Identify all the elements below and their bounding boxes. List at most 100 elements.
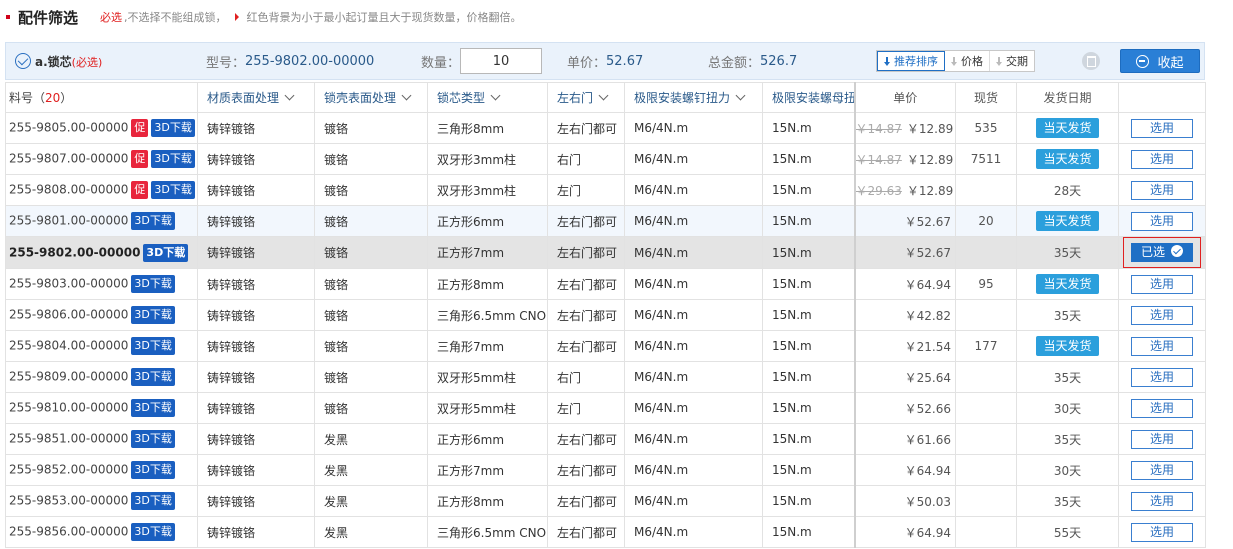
action-cell: 选用 (1118, 392, 1206, 424)
action-cell: 选用 (1118, 205, 1206, 237)
part-code: 255-9851.00-00000 (9, 431, 129, 446)
torque-cell: M6/4N.m (624, 299, 763, 331)
price: ￥25.64 (904, 370, 951, 385)
table-row[interactable]: 255-9805.00-00000 促 3D下载 铸锌镀铬 镀铬 三角形8mm 左右门都可 M… (5, 112, 1206, 144)
ship-days: 35天 (1053, 432, 1082, 447)
sort-recommend-tab[interactable]: 推荐排序 (877, 51, 945, 71)
part-required: (必选) (71, 55, 103, 69)
table-row[interactable]: 255-9851.00-00000 3D下载 铸锌镀铬 发黑 正方形6mm 左右门都可 M6… (5, 423, 1206, 455)
old-price: ￥14.87 (855, 121, 902, 136)
table-row[interactable]: 255-9807.00-00000 促 3D下载 铸锌镀铬 镀铬 双牙形3mm柱 右门 M6/… (5, 143, 1206, 175)
trash-wrap (1082, 52, 1100, 70)
download-3d-button[interactable]: 3D下载 (131, 212, 175, 230)
col-code: 料号（20） (5, 82, 198, 113)
side-cell: 左门 (547, 392, 625, 424)
same-day-badge: 当天发货 (1036, 211, 1099, 231)
select-button[interactable]: 选用 (1131, 305, 1193, 325)
filter-torque[interactable]: 极限安装螺钉扭力 (624, 82, 763, 113)
download-3d-button[interactable]: 3D下载 (131, 337, 175, 355)
stock-cell (955, 516, 1017, 548)
material-cell: 铸锌镀铬 (197, 485, 315, 517)
price-cell: ￥52.67 (853, 205, 956, 237)
table-row[interactable]: 255-9810.00-00000 3D下载 铸锌镀铬 镀铬 双牙形5mm柱 左门 M6/4… (5, 392, 1206, 424)
filter-nut[interactable]: 极限安装螺母扭 (762, 82, 855, 113)
price-cell: ￥29.63 ￥12.89 (853, 174, 956, 206)
filter-shell[interactable]: 锁壳表面处理 (314, 82, 428, 113)
nut-cell: 15N.m (762, 485, 855, 517)
price: ￥12.89 (906, 121, 954, 136)
side-cell: 右门 (547, 143, 625, 175)
required-desc: ,不选择不能组成锁， (124, 11, 227, 24)
download-3d-button[interactable]: 3D下载 (131, 523, 175, 541)
select-button[interactable]: 选用 (1131, 274, 1193, 294)
download-3d-button[interactable]: 3D下载 (131, 306, 175, 324)
filter-material[interactable]: 材质表面处理 (197, 82, 315, 113)
select-button[interactable]: 选用 (1131, 398, 1193, 418)
select-button[interactable]: 选用 (1131, 367, 1193, 387)
download-3d-button[interactable]: 3D下载 (143, 243, 189, 262)
sort-group: 推荐排序 价格 交期 (876, 50, 1035, 72)
selected-label: 已选 (1140, 245, 1165, 259)
download-3d-button[interactable]: 3D下载 (151, 181, 195, 199)
action-cell: 选用 (1118, 299, 1206, 331)
part-code: 255-9806.00-00000 (9, 307, 129, 322)
torque-cell: M6/4N.m (624, 174, 763, 206)
download-3d-button[interactable]: 3D下载 (131, 492, 175, 510)
select-button[interactable]: 选用 (1131, 180, 1193, 200)
part-header: a.锁芯(必选) 型号： 255-9802.00-00000 数量： 单价： 5… (5, 42, 1205, 80)
table-row[interactable]: 255-9804.00-00000 3D下载 铸锌镀铬 镀铬 三角形7mm 左右门都可 M6… (5, 330, 1206, 362)
side-cell: 左右门都可 (547, 516, 625, 548)
table-row[interactable]: 255-9856.00-00000 3D下载 铸锌镀铬 发黑 三角形6.5mm CNOM… (5, 516, 1206, 548)
side-cell: 左右门都可 (547, 236, 625, 269)
core-cell: 三角形8mm (427, 112, 548, 144)
trash-icon[interactable] (1082, 52, 1100, 70)
table-row[interactable]: 255-9801.00-00000 3D下载 铸锌镀铬 镀铬 正方形6mm 左右门都可 M6… (5, 205, 1206, 237)
select-button[interactable]: 选用 (1131, 460, 1193, 480)
download-3d-button[interactable]: 3D下载 (151, 119, 195, 137)
table-row[interactable]: 255-9853.00-00000 3D下载 铸锌镀铬 发黑 正方形8mm 左右门都可 M6… (5, 485, 1206, 517)
table-row[interactable]: 255-9802.00-00000 3D下载 铸锌镀铬 镀铬 正方形7mm 左右门都可 M6… (5, 236, 1206, 269)
material-cell: 铸锌镀铬 (197, 205, 315, 237)
core-cell: 三角形6.5mm CNOM (427, 299, 548, 331)
part-code-cell: 255-9803.00-00000 3D下载 (5, 268, 198, 300)
torque-cell: M6/4N.m (624, 516, 763, 548)
filter-core[interactable]: 锁芯类型 (427, 82, 548, 113)
collapse-button[interactable]: 收起 (1120, 49, 1200, 73)
part-code: 255-9809.00-00000 (9, 369, 129, 384)
part-code-cell: 255-9801.00-00000 3D下载 (5, 205, 198, 237)
material-cell: 铸锌镀铬 (197, 330, 315, 362)
torque-cell: M6/4N.m (624, 143, 763, 175)
chevron-down-icon (598, 90, 609, 101)
select-button[interactable]: 选用 (1131, 429, 1193, 449)
filter-side[interactable]: 左右门 (547, 82, 625, 113)
material-cell: 铸锌镀铬 (197, 299, 315, 331)
download-3d-button[interactable]: 3D下载 (131, 399, 175, 417)
stock-cell: 95 (955, 268, 1017, 300)
download-3d-button[interactable]: 3D下载 (131, 430, 175, 448)
material-cell: 铸锌镀铬 (197, 392, 315, 424)
select-button[interactable]: 选用 (1131, 336, 1193, 356)
selected-button[interactable]: 已选 (1131, 243, 1193, 262)
table-row[interactable]: 255-9808.00-00000 促 3D下载 铸锌镀铬 镀铬 双牙形3mm柱 左门 M6/… (5, 174, 1206, 206)
col-stock: 现货 (955, 82, 1017, 113)
sort-delivery-label: 交期 (1006, 55, 1028, 68)
quantity-input[interactable] (460, 48, 543, 74)
select-button[interactable]: 选用 (1131, 491, 1193, 511)
table-row[interactable]: 255-9806.00-00000 3D下载 铸锌镀铬 镀铬 三角形6.5mm CNOM… (5, 299, 1206, 331)
table-row[interactable]: 255-9803.00-00000 3D下载 铸锌镀铬 镀铬 正方形8mm 左右门都可 M6… (5, 268, 1206, 300)
select-button[interactable]: 选用 (1131, 149, 1193, 169)
sort-delivery-tab[interactable]: 交期 (990, 51, 1034, 71)
sort-price-tab[interactable]: 价格 (945, 51, 990, 71)
material-cell: 铸锌镀铬 (197, 361, 315, 393)
download-3d-button[interactable]: 3D下载 (131, 275, 175, 293)
table-row[interactable]: 255-9852.00-00000 3D下载 铸锌镀铬 发黑 正方形7mm 左右门都可 M6… (5, 454, 1206, 486)
table-row[interactable]: 255-9809.00-00000 3D下载 铸锌镀铬 镀铬 双牙形5mm柱 右门 M6/4… (5, 361, 1206, 393)
collapse-wrap: 收起 (1120, 49, 1200, 73)
select-button[interactable]: 选用 (1131, 211, 1193, 231)
select-button[interactable]: 选用 (1131, 118, 1193, 138)
select-button[interactable]: 选用 (1131, 522, 1193, 542)
download-3d-button[interactable]: 3D下载 (151, 150, 195, 168)
download-3d-button[interactable]: 3D下载 (131, 368, 175, 386)
sort-price-label: 价格 (961, 55, 983, 68)
download-3d-button[interactable]: 3D下载 (131, 461, 175, 479)
